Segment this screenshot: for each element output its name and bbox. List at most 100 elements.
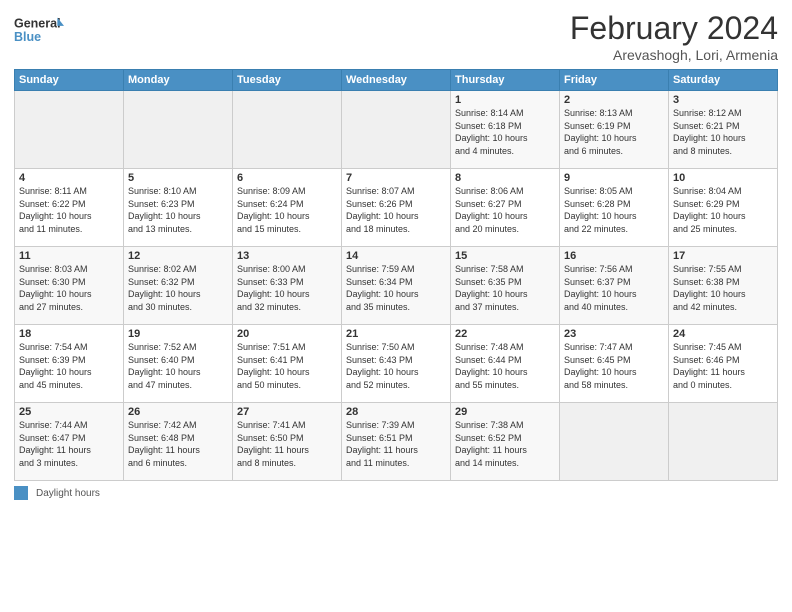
day-info: Sunrise: 7:58 AM Sunset: 6:35 PM Dayligh… (455, 263, 555, 313)
day-number: 22 (455, 328, 555, 340)
day-number: 29 (455, 406, 555, 418)
calendar-cell (15, 91, 124, 169)
calendar-header-row: SundayMondayTuesdayWednesdayThursdayFrid… (15, 70, 778, 91)
day-info: Sunrise: 8:13 AM Sunset: 6:19 PM Dayligh… (564, 107, 664, 157)
calendar-cell: 14Sunrise: 7:59 AM Sunset: 6:34 PM Dayli… (342, 247, 451, 325)
day-number: 13 (237, 250, 337, 262)
calendar-cell: 11Sunrise: 8:03 AM Sunset: 6:30 PM Dayli… (15, 247, 124, 325)
day-info: Sunrise: 8:04 AM Sunset: 6:29 PM Dayligh… (673, 185, 773, 235)
day-info: Sunrise: 8:10 AM Sunset: 6:23 PM Dayligh… (128, 185, 228, 235)
calendar-week-2: 11Sunrise: 8:03 AM Sunset: 6:30 PM Dayli… (15, 247, 778, 325)
calendar-cell: 19Sunrise: 7:52 AM Sunset: 6:40 PM Dayli… (124, 325, 233, 403)
svg-text:General: General (14, 17, 61, 31)
calendar-cell: 15Sunrise: 7:58 AM Sunset: 6:35 PM Dayli… (451, 247, 560, 325)
col-header-tuesday: Tuesday (233, 70, 342, 91)
col-header-thursday: Thursday (451, 70, 560, 91)
day-number: 24 (673, 328, 773, 340)
day-info: Sunrise: 7:50 AM Sunset: 6:43 PM Dayligh… (346, 341, 446, 391)
day-number: 16 (564, 250, 664, 262)
main-container: General Blue February 2024 Arevashogh, L… (0, 0, 792, 506)
day-number: 20 (237, 328, 337, 340)
day-number: 15 (455, 250, 555, 262)
calendar-cell: 5Sunrise: 8:10 AM Sunset: 6:23 PM Daylig… (124, 169, 233, 247)
day-number: 2 (564, 94, 664, 106)
col-header-sunday: Sunday (15, 70, 124, 91)
day-number: 7 (346, 172, 446, 184)
calendar-week-3: 18Sunrise: 7:54 AM Sunset: 6:39 PM Dayli… (15, 325, 778, 403)
day-number: 10 (673, 172, 773, 184)
logo-svg: General Blue (14, 10, 64, 50)
day-number: 3 (673, 94, 773, 106)
day-info: Sunrise: 7:55 AM Sunset: 6:38 PM Dayligh… (673, 263, 773, 313)
day-number: 25 (19, 406, 119, 418)
calendar-cell (560, 403, 669, 481)
calendar-cell: 20Sunrise: 7:51 AM Sunset: 6:41 PM Dayli… (233, 325, 342, 403)
calendar-cell: 2Sunrise: 8:13 AM Sunset: 6:19 PM Daylig… (560, 91, 669, 169)
day-number: 11 (19, 250, 119, 262)
day-number: 21 (346, 328, 446, 340)
day-info: Sunrise: 8:09 AM Sunset: 6:24 PM Dayligh… (237, 185, 337, 235)
location-subtitle: Arevashogh, Lori, Armenia (570, 47, 778, 63)
calendar-cell: 16Sunrise: 7:56 AM Sunset: 6:37 PM Dayli… (560, 247, 669, 325)
day-info: Sunrise: 8:14 AM Sunset: 6:18 PM Dayligh… (455, 107, 555, 157)
day-number: 14 (346, 250, 446, 262)
calendar-cell: 8Sunrise: 8:06 AM Sunset: 6:27 PM Daylig… (451, 169, 560, 247)
calendar-table: SundayMondayTuesdayWednesdayThursdayFrid… (14, 69, 778, 481)
calendar-cell: 29Sunrise: 7:38 AM Sunset: 6:52 PM Dayli… (451, 403, 560, 481)
calendar-cell: 12Sunrise: 8:02 AM Sunset: 6:32 PM Dayli… (124, 247, 233, 325)
day-number: 5 (128, 172, 228, 184)
day-number: 26 (128, 406, 228, 418)
day-info: Sunrise: 7:45 AM Sunset: 6:46 PM Dayligh… (673, 341, 773, 391)
calendar-cell (124, 91, 233, 169)
col-header-saturday: Saturday (669, 70, 778, 91)
calendar-cell: 17Sunrise: 7:55 AM Sunset: 6:38 PM Dayli… (669, 247, 778, 325)
col-header-friday: Friday (560, 70, 669, 91)
calendar-cell: 18Sunrise: 7:54 AM Sunset: 6:39 PM Dayli… (15, 325, 124, 403)
day-info: Sunrise: 7:52 AM Sunset: 6:40 PM Dayligh… (128, 341, 228, 391)
svg-text:Blue: Blue (14, 30, 41, 44)
col-header-wednesday: Wednesday (342, 70, 451, 91)
day-number: 12 (128, 250, 228, 262)
logo: General Blue (14, 10, 64, 50)
day-number: 18 (19, 328, 119, 340)
calendar-week-1: 4Sunrise: 8:11 AM Sunset: 6:22 PM Daylig… (15, 169, 778, 247)
day-info: Sunrise: 7:51 AM Sunset: 6:41 PM Dayligh… (237, 341, 337, 391)
day-info: Sunrise: 7:38 AM Sunset: 6:52 PM Dayligh… (455, 419, 555, 469)
day-info: Sunrise: 8:07 AM Sunset: 6:26 PM Dayligh… (346, 185, 446, 235)
day-info: Sunrise: 8:11 AM Sunset: 6:22 PM Dayligh… (19, 185, 119, 235)
footer: Daylight hours (14, 486, 778, 500)
calendar-cell (669, 403, 778, 481)
calendar-cell (342, 91, 451, 169)
calendar-cell: 22Sunrise: 7:48 AM Sunset: 6:44 PM Dayli… (451, 325, 560, 403)
calendar-cell: 4Sunrise: 8:11 AM Sunset: 6:22 PM Daylig… (15, 169, 124, 247)
calendar-cell: 9Sunrise: 8:05 AM Sunset: 6:28 PM Daylig… (560, 169, 669, 247)
day-number: 8 (455, 172, 555, 184)
calendar-cell: 6Sunrise: 8:09 AM Sunset: 6:24 PM Daylig… (233, 169, 342, 247)
day-info: Sunrise: 8:05 AM Sunset: 6:28 PM Dayligh… (564, 185, 664, 235)
day-info: Sunrise: 8:12 AM Sunset: 6:21 PM Dayligh… (673, 107, 773, 157)
day-info: Sunrise: 8:00 AM Sunset: 6:33 PM Dayligh… (237, 263, 337, 313)
day-info: Sunrise: 7:59 AM Sunset: 6:34 PM Dayligh… (346, 263, 446, 313)
month-title: February 2024 (570, 10, 778, 47)
day-info: Sunrise: 7:47 AM Sunset: 6:45 PM Dayligh… (564, 341, 664, 391)
day-number: 27 (237, 406, 337, 418)
legend-color-box (14, 486, 28, 500)
calendar-cell: 25Sunrise: 7:44 AM Sunset: 6:47 PM Dayli… (15, 403, 124, 481)
calendar-cell: 24Sunrise: 7:45 AM Sunset: 6:46 PM Dayli… (669, 325, 778, 403)
header: General Blue February 2024 Arevashogh, L… (14, 10, 778, 63)
calendar-week-4: 25Sunrise: 7:44 AM Sunset: 6:47 PM Dayli… (15, 403, 778, 481)
calendar-cell: 27Sunrise: 7:41 AM Sunset: 6:50 PM Dayli… (233, 403, 342, 481)
day-number: 23 (564, 328, 664, 340)
calendar-cell: 7Sunrise: 8:07 AM Sunset: 6:26 PM Daylig… (342, 169, 451, 247)
day-info: Sunrise: 7:54 AM Sunset: 6:39 PM Dayligh… (19, 341, 119, 391)
day-info: Sunrise: 8:02 AM Sunset: 6:32 PM Dayligh… (128, 263, 228, 313)
day-number: 19 (128, 328, 228, 340)
day-info: Sunrise: 7:41 AM Sunset: 6:50 PM Dayligh… (237, 419, 337, 469)
calendar-cell: 10Sunrise: 8:04 AM Sunset: 6:29 PM Dayli… (669, 169, 778, 247)
day-number: 4 (19, 172, 119, 184)
day-info: Sunrise: 8:06 AM Sunset: 6:27 PM Dayligh… (455, 185, 555, 235)
calendar-cell: 23Sunrise: 7:47 AM Sunset: 6:45 PM Dayli… (560, 325, 669, 403)
day-number: 6 (237, 172, 337, 184)
calendar-cell: 26Sunrise: 7:42 AM Sunset: 6:48 PM Dayli… (124, 403, 233, 481)
day-number: 28 (346, 406, 446, 418)
